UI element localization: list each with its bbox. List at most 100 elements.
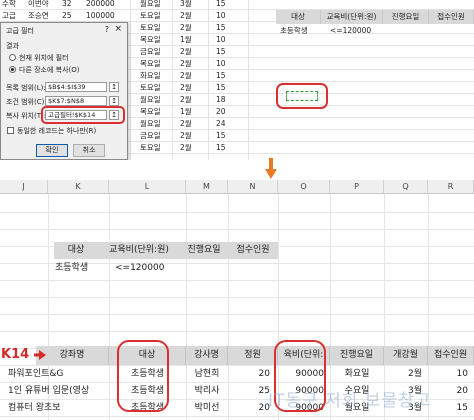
top-table-cell[interactable]: 토요일 [140, 10, 174, 22]
column-header-l[interactable]: L [109, 180, 186, 194]
top-table-cell[interactable]: 15 [216, 46, 240, 58]
column-header-p[interactable]: P [330, 180, 384, 194]
top-table-cell[interactable]: 2월 [180, 58, 204, 70]
top-table-cell[interactable]: 금요일 [140, 130, 174, 142]
column-header-m[interactable]: M [186, 180, 228, 194]
result-cell-name[interactable]: 파워포인트&G [8, 366, 107, 383]
column-header-n[interactable]: N [228, 180, 278, 194]
top-table-cell[interactable]: 월요일 [140, 0, 174, 10]
list-range-input[interactable]: $B$4:$I$39 [45, 82, 107, 92]
criteria-header-count[interactable]: 접수인원 [228, 242, 278, 259]
criteria-header-target[interactable]: 대상 [54, 242, 98, 259]
column-header-j[interactable]: J [0, 180, 48, 194]
result-cell-count[interactable]: 20 [428, 383, 468, 400]
top-table-cell[interactable]: 100000 [86, 10, 124, 22]
top-table-cell[interactable]: 2월 [180, 82, 204, 94]
top-table-cell[interactable]: 18 [216, 94, 240, 106]
criteria-header-day[interactable]: 진행요일 [180, 242, 228, 259]
top-table-cell[interactable]: 32 [62, 0, 80, 10]
top-table-cell[interactable]: 토요일 [140, 142, 174, 154]
top-table-cell[interactable]: 24 [216, 118, 240, 130]
top-table-cell[interactable]: 이번야 [28, 0, 60, 10]
radio-filter-in-place[interactable] [9, 54, 16, 61]
unique-records-checkbox[interactable] [7, 127, 14, 134]
radio-copy-to-location[interactable] [9, 66, 16, 73]
top-table-cell[interactable]: 2월 [180, 10, 204, 22]
top-criteria-value-target[interactable]: 초등학생 [280, 24, 324, 37]
result-cell-count[interactable]: 15 [428, 400, 468, 417]
column-header-q[interactable]: Q [384, 180, 428, 194]
top-table-cell[interactable]: 고급 [2, 10, 28, 22]
result-cell-month[interactable]: 2월 [384, 366, 422, 383]
top-table-cell[interactable]: 15 [216, 142, 240, 154]
top-table-cell[interactable]: 15 [216, 130, 240, 142]
selected-destination-cell[interactable] [286, 91, 318, 101]
top-table-cell[interactable]: 15 [216, 70, 240, 82]
result-cell-teacher[interactable]: 박미선 [186, 400, 228, 417]
column-header-k[interactable]: K [48, 180, 109, 194]
top-table-cell[interactable]: 15 [216, 82, 240, 94]
top-criteria-header-fee[interactable]: 교육비(단위:원) [321, 10, 383, 24]
result-cell-teacher[interactable]: 박리사 [186, 383, 228, 400]
column-header-r[interactable]: R [428, 180, 474, 194]
top-table-cell[interactable]: 20 [216, 106, 240, 118]
header-enrolled[interactable]: 접수인원 [428, 346, 474, 365]
top-table-cell[interactable]: 15 [216, 22, 240, 34]
result-cell-count[interactable]: 10 [428, 366, 468, 383]
top-table-cell[interactable]: 3월 [180, 0, 204, 10]
top-criteria-header-day[interactable]: 진행요일 [383, 10, 429, 24]
top-table-cell[interactable]: 2월 [180, 142, 204, 154]
top-table-cell[interactable]: 조승연 [28, 10, 60, 22]
result-cell-name[interactable]: 1인 유튜버 입문(영상 [8, 383, 107, 400]
result-cell-day[interactable]: 화요일 [330, 366, 384, 383]
top-criteria-header-target[interactable]: 대상 [276, 10, 321, 24]
top-table-cell[interactable]: 토요일 [140, 22, 174, 34]
list-range-picker-icon[interactable]: ↥ [109, 82, 119, 92]
top-table-cell[interactable]: 목요일 [140, 58, 174, 70]
criteria-range-input[interactable]: $K$7:$N$8 [45, 96, 107, 106]
top-table-cell[interactable]: 2월 [180, 130, 204, 142]
top-table-cell[interactable]: 2월 [180, 22, 204, 34]
header-day[interactable]: 진행요일 [330, 346, 384, 365]
top-table-cell[interactable]: 월요일 [140, 118, 174, 130]
result-cell-cap[interactable]: 25 [228, 383, 270, 400]
header-start-month[interactable]: 개강월 [384, 346, 428, 365]
top-table-cell[interactable]: 수학 [2, 0, 28, 10]
top-table-cell[interactable]: 화요일 [140, 70, 174, 82]
header-teacher[interactable]: 강사명 [186, 346, 228, 365]
help-icon[interactable]: ? [105, 25, 109, 34]
top-table-cell[interactable]: 10 [216, 10, 240, 22]
column-header-o[interactable]: O [278, 180, 330, 194]
result-cell-cap[interactable]: 20 [228, 366, 270, 383]
result-cell-name[interactable]: 컴퓨터 왕초보 [8, 400, 107, 417]
cancel-button[interactable]: 취소 [73, 144, 105, 157]
close-icon[interactable]: × [114, 24, 122, 34]
criteria-range-picker-icon[interactable]: ↥ [109, 96, 119, 106]
top-table-cell[interactable]: 25 [62, 10, 80, 22]
top-criteria-header-count[interactable]: 접수인원 [429, 10, 474, 24]
top-table-cell[interactable]: 금요일 [140, 46, 174, 58]
top-table-cell[interactable]: 2월 [180, 94, 204, 106]
criteria-header-fee[interactable]: 교육비(단위:원) [98, 242, 180, 259]
ok-button[interactable]: 확인 [36, 144, 68, 157]
result-cell-teacher[interactable]: 남현희 [186, 366, 228, 383]
top-table-cell[interactable]: 10 [216, 34, 240, 46]
result-cell-cap[interactable]: 20 [228, 400, 270, 417]
criteria-value-fee[interactable]: <=120000 [115, 260, 175, 277]
criteria-value-target[interactable]: 초등학생 [55, 260, 105, 277]
top-table-cell[interactable]: 토요일 [140, 82, 174, 94]
top-table-cell[interactable]: 월요일 [140, 94, 174, 106]
top-table-cell[interactable]: 1월 [180, 34, 204, 46]
top-table-cell[interactable]: 1월 [180, 106, 204, 118]
top-table-cell[interactable]: 2월 [180, 70, 204, 82]
top-table-cell[interactable]: 200000 [86, 0, 124, 10]
top-table-cell[interactable]: 2월 [180, 118, 204, 130]
header-capacity[interactable]: 정원 [228, 346, 278, 365]
top-table-cell[interactable]: 목요일 [140, 106, 174, 118]
top-table-cell[interactable]: 2월 [180, 46, 204, 58]
top-criteria-value-fee[interactable]: <=120000 [330, 24, 382, 37]
top-table-cell[interactable]: 10 [216, 58, 240, 70]
top-table-cell[interactable]: 목요일 [140, 34, 174, 46]
header-course-name[interactable]: 강좌명 [36, 346, 109, 365]
top-table-cell[interactable]: 15 [216, 0, 240, 10]
